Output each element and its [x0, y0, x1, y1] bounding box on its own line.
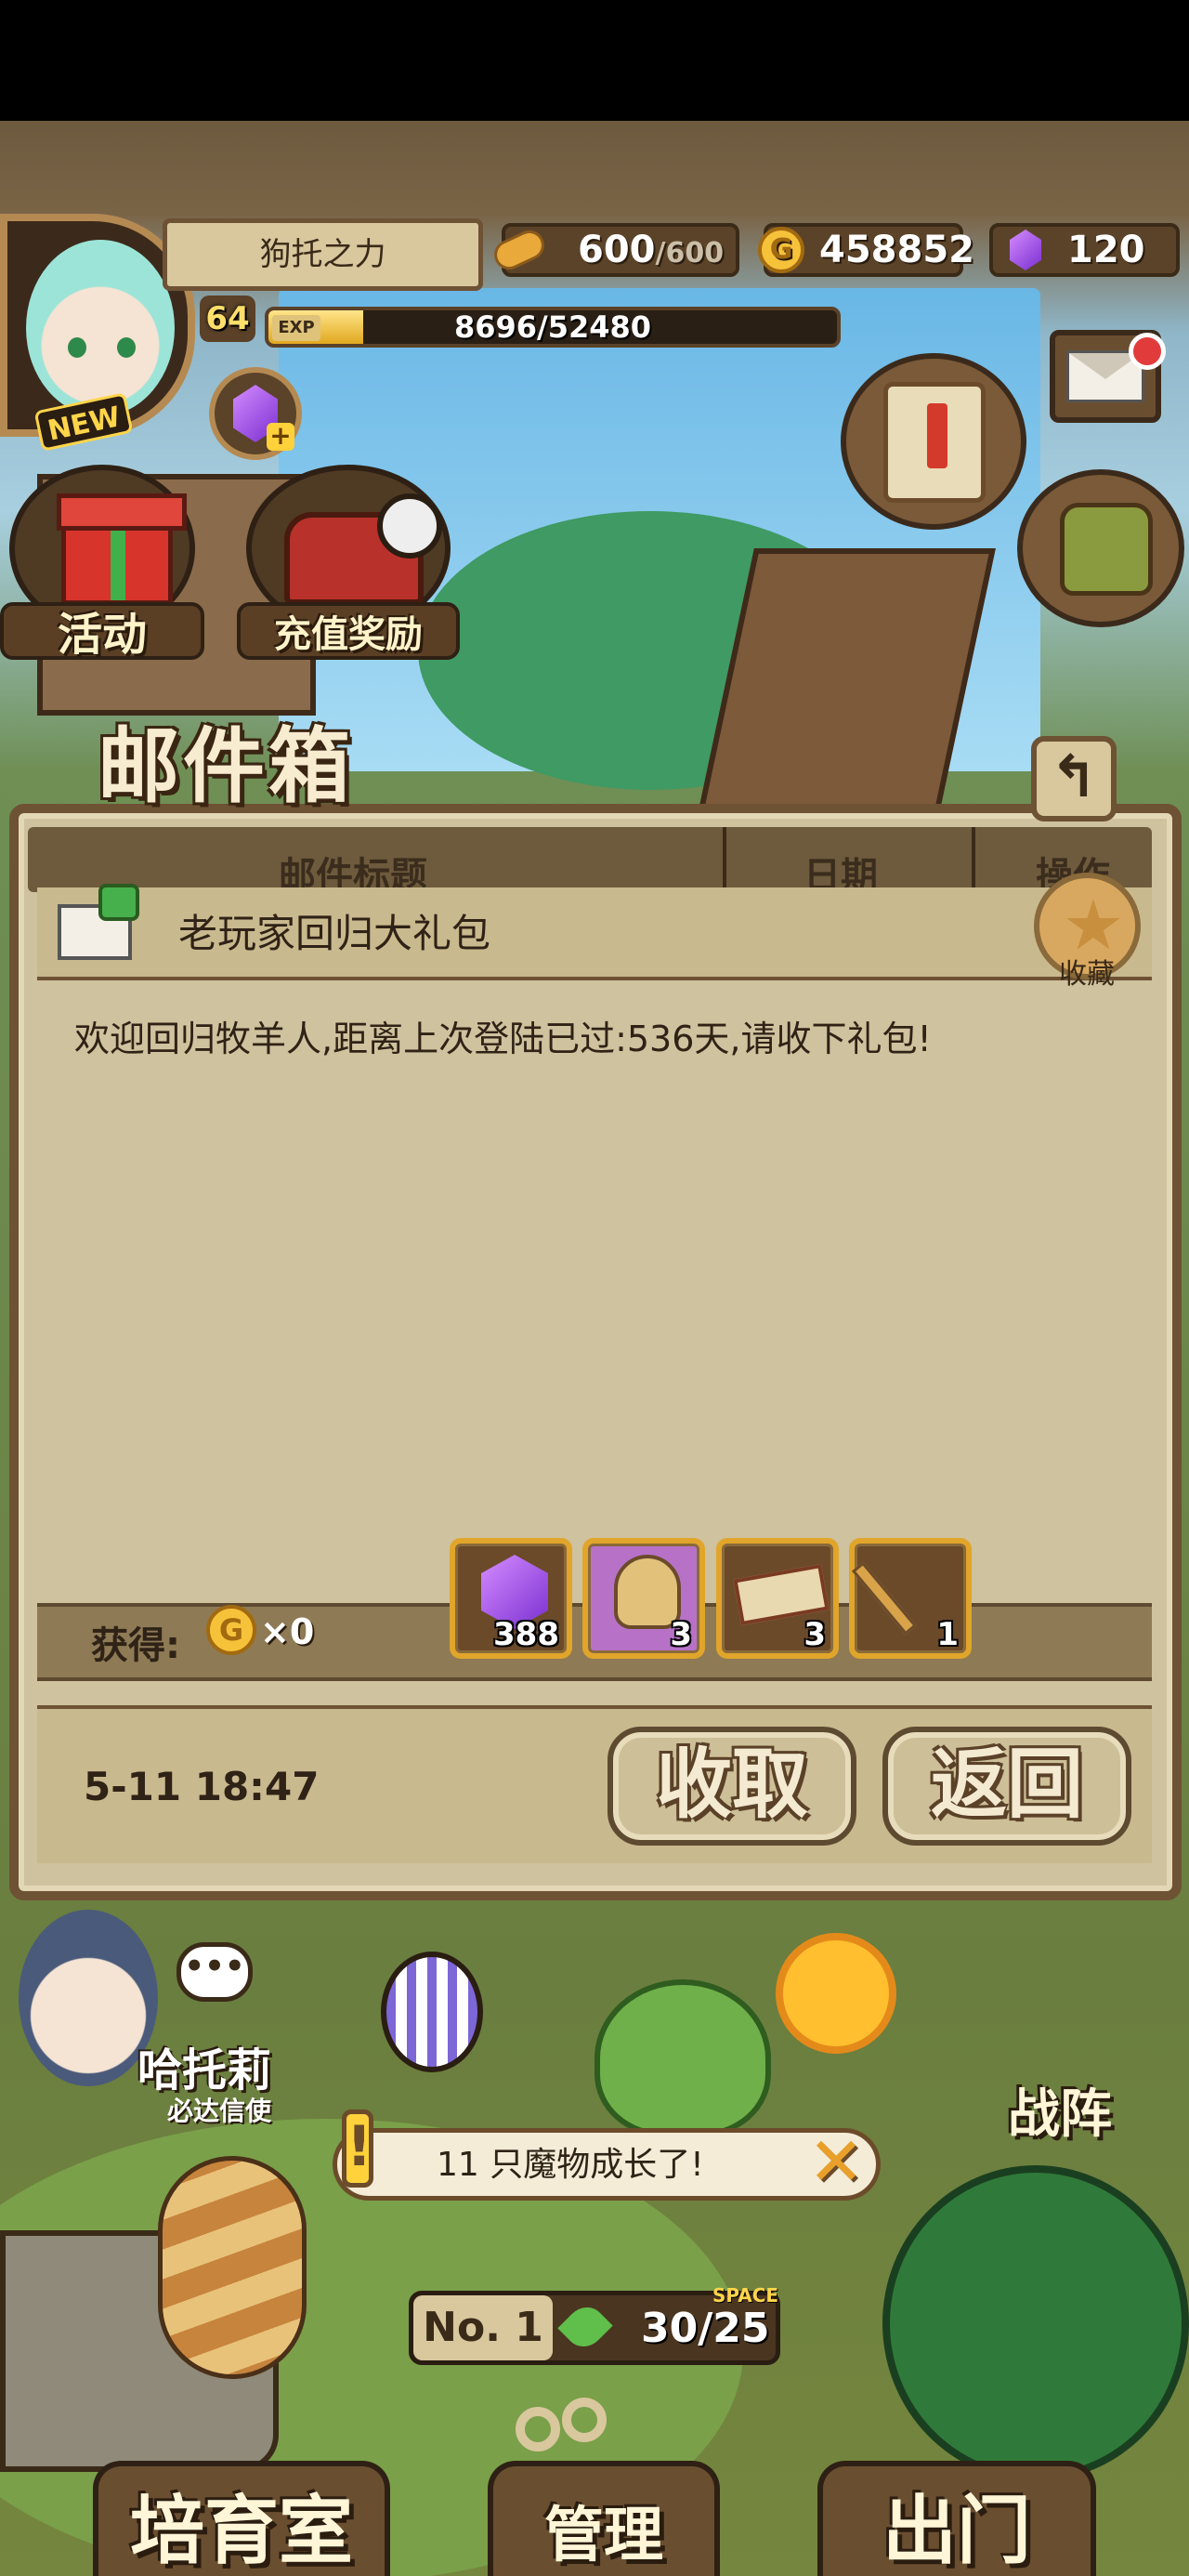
- speech-bubble-icon[interactable]: •••: [176, 1942, 253, 2002]
- exp-text: 8696/52480: [453, 309, 652, 345]
- status-bar-area: [0, 0, 1189, 121]
- recharge-label: 充值奖励: [237, 602, 460, 660]
- gift-icon: [57, 493, 187, 605]
- gold-coin-icon: G: [206, 1605, 256, 1655]
- column-header-title: 邮件标题: [279, 855, 427, 892]
- quest-scroll-button[interactable]: [841, 353, 1026, 530]
- mail-list-header: 邮件标题 日期 操作: [28, 827, 1152, 892]
- clock-icon: [377, 493, 442, 559]
- exp-bar: EXP 8696/52480: [265, 307, 841, 348]
- avatar-eye: [117, 337, 136, 358]
- exclamation-icon: !: [342, 2109, 373, 2188]
- sun-monster-icon[interactable]: [776, 1933, 896, 2054]
- gem-value: 120: [1067, 229, 1145, 271]
- player-level: 64: [200, 296, 255, 342]
- lineup-label: 战阵: [1008, 2084, 1112, 2145]
- lantern-cage-icon: [381, 1952, 483, 2072]
- gold-resource[interactable]: G 458852: [758, 223, 974, 277]
- bread-icon: [489, 223, 550, 277]
- gem-icon: [999, 223, 1052, 277]
- growth-notice-text: 11 只魔物成长了!: [437, 2146, 704, 2184]
- notification-dot: [1129, 333, 1166, 370]
- mail-subject-row: 老玩家回归大礼包: [37, 884, 1152, 980]
- reward-item-gem[interactable]: 388: [450, 1538, 572, 1659]
- bow-icon: [98, 884, 139, 921]
- mail-subject: 老玩家回归大礼包: [178, 911, 491, 956]
- mailbox-title: 邮件箱: [98, 718, 355, 814]
- gem-resource[interactable]: 120: [989, 223, 1180, 277]
- back-arrow-button[interactable]: ↰: [1031, 736, 1117, 821]
- messenger-role: 必达信使: [167, 2096, 272, 2126]
- reward-item-count: 1: [936, 1616, 959, 1653]
- striped-tail-decoration: [158, 2156, 307, 2379]
- close-icon[interactable]: ✕: [806, 2128, 866, 2195]
- activity-button[interactable]: 活动: [0, 465, 204, 661]
- reward-item-count: 3: [670, 1616, 692, 1653]
- gold-value: 458852: [819, 229, 974, 271]
- plus-icon: +: [267, 423, 294, 451]
- reward-item-key[interactable]: 1: [849, 1538, 972, 1659]
- tree-decoration: [882, 2165, 1189, 2481]
- backpack-icon: [1060, 503, 1153, 596]
- ranch-number: No. 1: [413, 2295, 553, 2360]
- nav-manage-button[interactable]: 管理: [488, 2461, 720, 2576]
- favorite-label: 收藏: [1059, 958, 1115, 991]
- mail-date: 5-11 18:47: [84, 1764, 320, 1809]
- mail-body-text: 欢迎回归牧羊人,距离上次登陆已过:536天,请收下礼包!: [74, 1019, 932, 1059]
- monster-sprite[interactable]: [594, 1979, 771, 2137]
- gold-coin-icon: G: [754, 223, 808, 277]
- buy-gems-button[interactable]: +: [209, 367, 302, 460]
- nav-nursery-button[interactable]: 培育室: [93, 2461, 390, 2576]
- bread-resource[interactable]: 600/600: [489, 223, 739, 277]
- star-icon: [1066, 899, 1120, 950]
- reward-item-count: 388: [493, 1616, 559, 1653]
- column-divider: [972, 827, 975, 892]
- messenger-name: 哈托莉: [137, 2044, 272, 2096]
- column-header-date: 日期: [804, 855, 878, 892]
- activity-label: 活动: [0, 602, 204, 661]
- gift-mail-icon: [58, 884, 139, 960]
- recharge-reward-button[interactable]: 充值奖励: [237, 465, 460, 660]
- key-icon: [851, 1561, 918, 1636]
- mailbox-title-bar: 邮件箱: [28, 716, 1170, 827]
- player-name: 狗托之力: [163, 218, 483, 291]
- gain-gold-count: ×0: [260, 1611, 315, 1652]
- scroll-icon: [883, 382, 986, 503]
- gain-label: 获得:: [91, 1624, 180, 1667]
- bread-value: 600: [578, 229, 656, 271]
- backpack-button[interactable]: [1017, 469, 1184, 627]
- reward-item-ticket[interactable]: 3: [716, 1538, 839, 1659]
- avatar-portrait: [26, 240, 175, 416]
- favorite-button[interactable]: 收藏: [1026, 869, 1147, 991]
- nav-outing-button[interactable]: 出门: [817, 2461, 1096, 2576]
- collect-button[interactable]: 收取: [608, 1727, 856, 1846]
- reward-item-sack[interactable]: 3: [582, 1538, 705, 1659]
- ranch-capacity: 30/25: [641, 2305, 770, 2352]
- return-button[interactable]: 返回: [882, 1727, 1131, 1846]
- column-divider: [723, 827, 726, 892]
- reward-item-count: 3: [804, 1616, 826, 1653]
- bread-max: /600: [655, 237, 725, 269]
- avatar-eye: [68, 337, 86, 358]
